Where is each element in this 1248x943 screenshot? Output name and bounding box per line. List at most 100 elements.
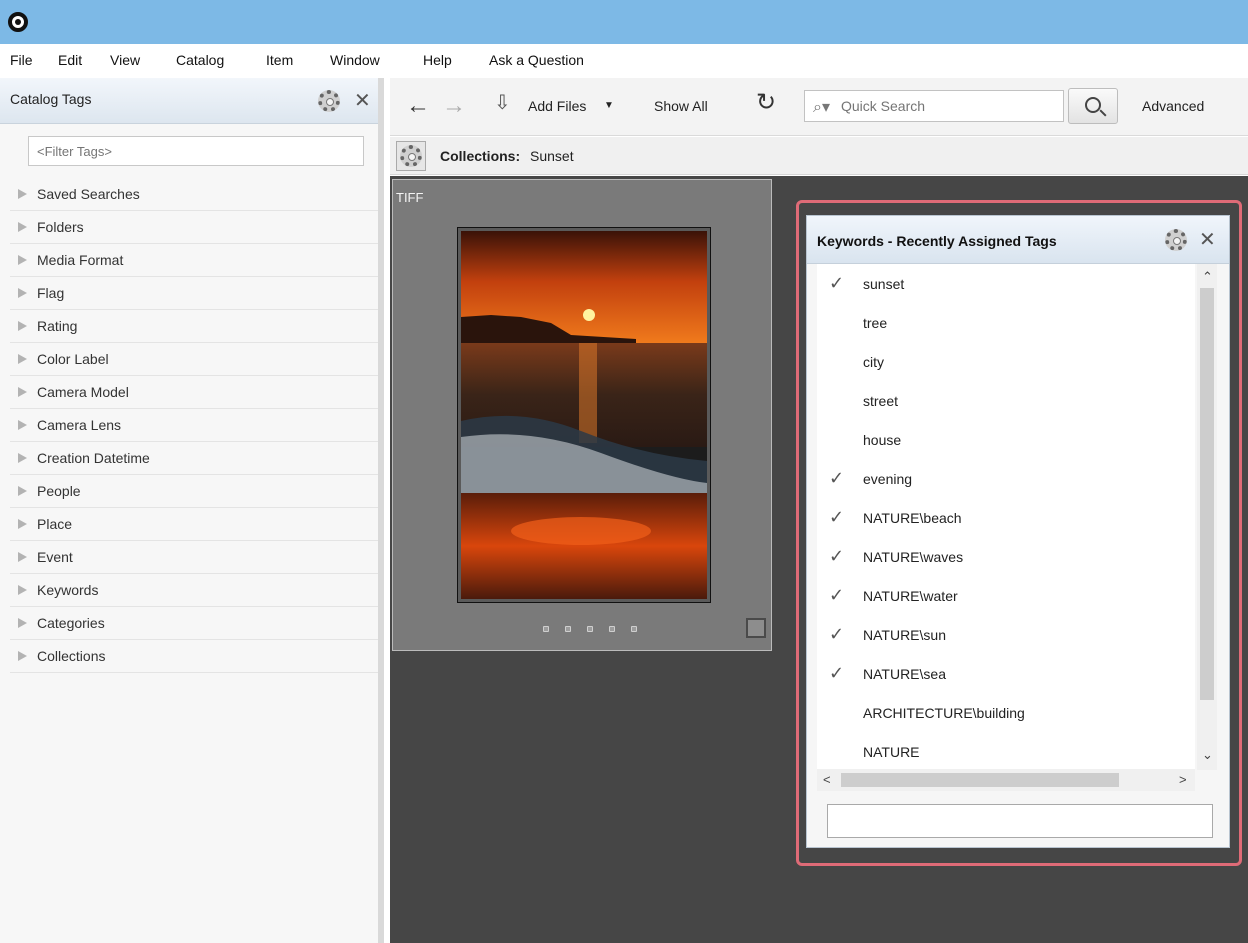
checkmark-icon[interactable]: ✓ <box>829 625 844 643</box>
scroll-left-icon[interactable]: < <box>823 773 831 786</box>
scroll-up-icon[interactable]: ⌃ <box>1202 270 1213 283</box>
advanced-search-button[interactable]: Advanced <box>1142 98 1204 114</box>
expand-arrow-icon[interactable] <box>18 453 27 463</box>
keyword-item[interactable]: ARCHITECTURE\building <box>817 693 1195 732</box>
checkmark-icon[interactable]: ✓ <box>829 274 844 292</box>
indicator-dot <box>631 626 637 632</box>
keyword-item[interactable]: ✓ NATURE\beach <box>817 498 1195 537</box>
tag-label: Camera Lens <box>37 417 122 433</box>
filter-tags-input[interactable] <box>28 136 364 166</box>
tag-item-keywords[interactable]: Keywords <box>10 574 378 607</box>
expand-arrow-icon[interactable] <box>18 255 27 265</box>
keyword-item[interactable]: NATURE <box>817 732 1195 770</box>
tag-item-rating[interactable]: Rating <box>10 310 378 343</box>
tag-label: Event <box>37 549 73 565</box>
add-files-button[interactable]: Add Files <box>528 98 586 114</box>
expand-arrow-icon[interactable] <box>18 486 27 496</box>
tag-label: Folders <box>37 219 84 235</box>
keyword-entry-input[interactable] <box>827 804 1213 838</box>
keyword-item[interactable]: ✓ sunset <box>817 264 1195 303</box>
tag-item-media-format[interactable]: Media Format <box>10 244 378 277</box>
expand-arrow-icon[interactable] <box>18 585 27 595</box>
tag-label: Flag <box>37 285 65 301</box>
expand-arrow-icon[interactable] <box>18 387 27 397</box>
expand-arrow-icon[interactable] <box>18 288 27 298</box>
back-arrow-icon[interactable]: ← <box>406 94 430 118</box>
tag-item-categories[interactable]: Categories <box>10 607 378 640</box>
checkmark-icon[interactable]: ✓ <box>829 469 844 487</box>
keyword-item[interactable]: ✓ evening <box>817 459 1195 498</box>
expand-arrow-icon[interactable] <box>18 321 27 331</box>
expand-arrow-icon[interactable] <box>18 420 27 430</box>
menu-ask-a-question[interactable]: Ask a Question <box>489 52 584 68</box>
menu-edit[interactable]: Edit <box>58 52 82 68</box>
tag-item-camera-model[interactable]: Camera Model <box>10 376 378 409</box>
add-files-dropdown-icon[interactable]: ▼ <box>604 100 614 111</box>
expand-arrow-icon[interactable] <box>18 552 27 562</box>
close-icon[interactable]: ✕ <box>354 91 371 111</box>
scrollbar-thumb[interactable] <box>1200 288 1214 700</box>
keyword-item[interactable]: house <box>817 420 1195 459</box>
tag-item-saved-searches[interactable]: Saved Searches <box>10 178 378 211</box>
expand-arrow-icon[interactable] <box>18 189 27 199</box>
thumbnail-card[interactable]: TIFF <box>392 179 772 651</box>
scroll-right-icon[interactable]: > <box>1179 773 1187 786</box>
expand-arrow-icon[interactable] <box>18 222 27 232</box>
menu-view[interactable]: View <box>110 52 140 68</box>
expand-arrow-icon[interactable] <box>18 618 27 628</box>
tag-item-collections[interactable]: Collections <box>10 640 378 673</box>
forward-arrow-icon[interactable]: → <box>442 94 466 118</box>
gear-icon[interactable] <box>318 90 340 112</box>
scroll-down-icon[interactable]: ⌄ <box>1202 748 1213 761</box>
collection-settings-button[interactable] <box>396 141 426 171</box>
thumbnail-select-checkbox[interactable] <box>746 618 766 638</box>
catalog-tags-title: Catalog Tags <box>10 91 92 107</box>
tag-item-flag[interactable]: Flag <box>10 277 378 310</box>
checkmark-icon[interactable]: ✓ <box>829 586 844 604</box>
keyword-item[interactable]: ✓ NATURE\water <box>817 576 1195 615</box>
expand-arrow-icon[interactable] <box>18 354 27 364</box>
tag-item-event[interactable]: Event <box>10 541 378 574</box>
app-logo-icon <box>8 12 28 32</box>
vertical-scrollbar[interactable]: ⌃ ⌄ <box>1197 264 1217 770</box>
checkmark-icon[interactable]: ✓ <box>829 547 844 565</box>
menu-item[interactable]: Item <box>266 52 293 68</box>
checkmark-icon[interactable]: ✓ <box>829 508 844 526</box>
tag-label: Rating <box>37 318 78 334</box>
keyword-item[interactable]: ✓ NATURE\sun <box>817 615 1195 654</box>
search-button[interactable] <box>1068 88 1118 124</box>
refresh-icon[interactable]: ↻ <box>756 91 776 115</box>
menu-window[interactable]: Window <box>330 52 380 68</box>
quick-search-box[interactable]: ⌕▾ <box>804 90 1064 122</box>
menu-catalog[interactable]: Catalog <box>176 52 224 68</box>
checkmark-icon[interactable]: ✓ <box>829 664 844 682</box>
keyword-label: city <box>863 354 884 370</box>
gear-icon <box>400 145 422 167</box>
keyword-item[interactable]: tree <box>817 303 1195 342</box>
photo-thumbnail[interactable] <box>457 227 711 603</box>
keyword-item[interactable]: ✓ NATURE\waves <box>817 537 1195 576</box>
keyword-label: sunset <box>863 276 905 292</box>
gear-icon[interactable] <box>1165 229 1187 251</box>
horizontal-scrollbar[interactable]: < > <box>817 769 1195 791</box>
search-options-icon[interactable]: ⌕▾ <box>813 97 830 117</box>
tag-item-place[interactable]: Place <box>10 508 378 541</box>
tag-item-people[interactable]: People <box>10 475 378 508</box>
keyword-item[interactable]: city <box>817 342 1195 381</box>
tag-item-folders[interactable]: Folders <box>10 211 378 244</box>
quick-search-input[interactable] <box>841 94 1057 118</box>
show-all-button[interactable]: Show All <box>654 98 708 114</box>
expand-arrow-icon[interactable] <box>18 651 27 661</box>
keyword-item[interactable]: street <box>817 381 1195 420</box>
keyword-item[interactable]: ✓ NATURE\sea <box>817 654 1195 693</box>
scrollbar-thumb[interactable] <box>841 773 1119 787</box>
tag-item-color-label[interactable]: Color Label <box>10 343 378 376</box>
menu-bar: File Edit View Catalog Item Window Help … <box>0 44 1248 78</box>
tag-item-camera-lens[interactable]: Camera Lens <box>10 409 378 442</box>
add-files-icon[interactable]: ⇩ <box>494 93 511 113</box>
close-icon[interactable]: ✕ <box>1199 230 1216 250</box>
tag-item-creation-datetime[interactable]: Creation Datetime <box>10 442 378 475</box>
menu-help[interactable]: Help <box>423 52 452 68</box>
menu-file[interactable]: File <box>10 52 33 68</box>
expand-arrow-icon[interactable] <box>18 519 27 529</box>
